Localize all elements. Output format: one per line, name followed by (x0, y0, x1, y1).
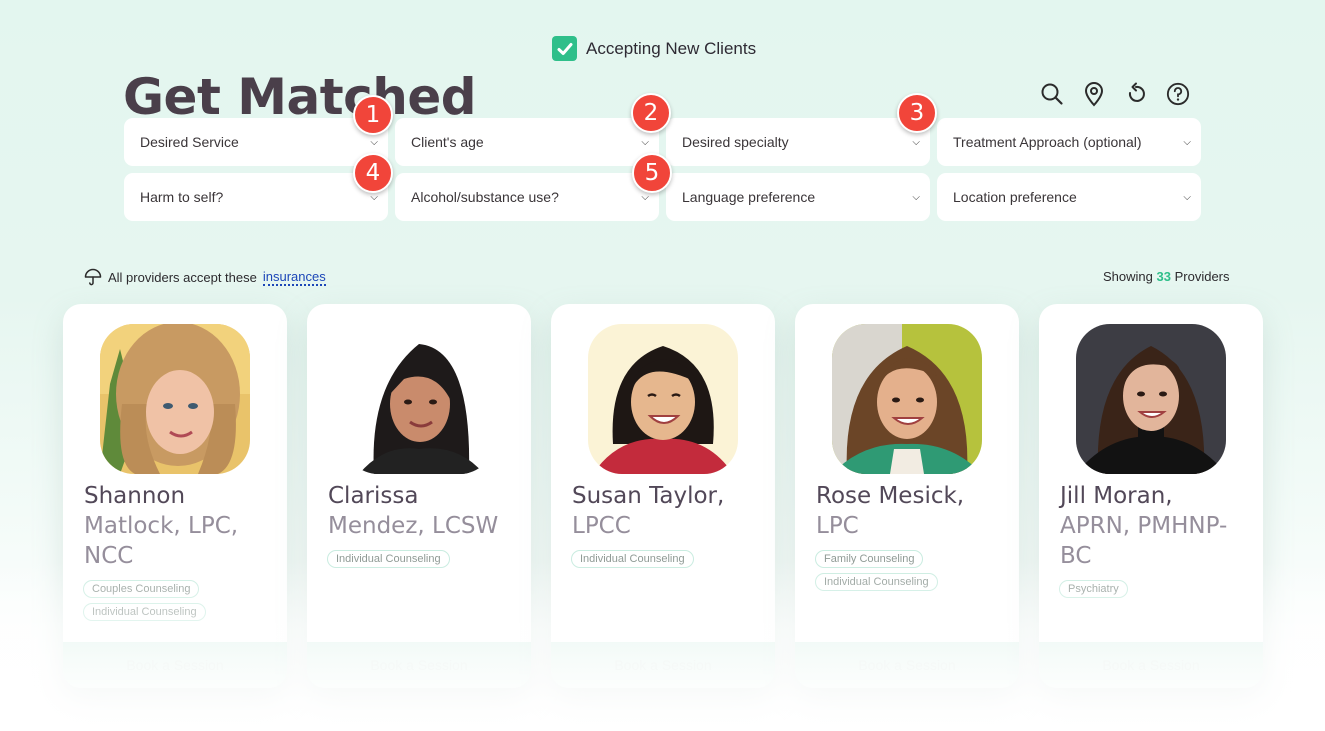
provider-count: Showing 33 Providers (1103, 269, 1230, 284)
filter-label: Client's age (411, 134, 484, 150)
insurances-link[interactable]: insurances (262, 269, 326, 286)
chevron-down-icon: ⌵ (1183, 136, 1191, 148)
provider-photo (344, 324, 494, 474)
step-badge: 4 (353, 153, 393, 193)
check-icon (557, 42, 572, 55)
harm-to-self-select[interactable]: Harm to self? ⌵ (124, 173, 388, 221)
toolbar (1040, 80, 1190, 108)
provider-first-name: Clarissa (328, 483, 419, 509)
provider-photo (588, 324, 738, 474)
treatment-approach-select[interactable]: Treatment Approach (optional) ⌵ (937, 118, 1201, 166)
service-tags: Individual Counseling (571, 550, 694, 568)
substance-use-select[interactable]: Alcohol/substance use? ⌵ (395, 173, 659, 221)
search-icon[interactable] (1040, 80, 1064, 108)
service-tags: Psychiatry (1059, 580, 1128, 598)
location-pin-icon[interactable] (1082, 80, 1106, 108)
book-session-button[interactable]: Book a Session (63, 642, 287, 688)
filter-label: Location preference (953, 189, 1077, 205)
provider-card[interactable]: Shannon Matlock, LPC, NCC Couples Counse… (63, 304, 287, 688)
service-tag: Individual Counseling (327, 550, 450, 568)
provider-card[interactable]: Clarissa Mendez, LCSW Individual Counsel… (307, 304, 531, 688)
provider-card[interactable]: Jill Moran, APRN, PMHNP-BC Psychiatry Bo… (1039, 304, 1263, 688)
help-icon[interactable] (1166, 80, 1190, 108)
book-session-button[interactable]: Book a Session (1039, 642, 1263, 688)
service-tags: Individual Counseling (327, 550, 450, 568)
service-tag: Psychiatry (1059, 580, 1128, 598)
chevron-down-icon: ⌵ (1183, 191, 1191, 203)
location-preference-select[interactable]: Location preference ⌵ (937, 173, 1201, 221)
provider-name[interactable]: Susan Taylor, LPCC (572, 481, 762, 541)
provider-first-name: Susan Taylor, (572, 483, 725, 509)
filter-label: Language preference (682, 189, 816, 205)
reset-icon[interactable] (1124, 80, 1148, 108)
book-session-button[interactable]: Book a Session (795, 642, 1019, 688)
chevron-down-icon: ⌵ (912, 136, 920, 148)
chevron-down-icon: ⌵ (370, 136, 378, 148)
provider-first-name: Shannon (84, 483, 186, 509)
chevron-down-icon: ⌵ (641, 191, 649, 203)
filter-label: Alcohol/substance use? (411, 189, 559, 205)
provider-credentials: Mendez, LCSW (328, 513, 499, 539)
provider-cards: Shannon Matlock, LPC, NCC Couples Counse… (63, 304, 1263, 688)
step-badge: 3 (897, 93, 937, 133)
filter-label: Desired Service (140, 134, 239, 150)
filter-label: Harm to self? (140, 189, 224, 205)
service-tags: Family Counseling Individual Counseling (815, 550, 938, 591)
provider-first-name: Rose Mesick, (816, 483, 965, 509)
provider-photo (100, 324, 250, 474)
provider-card[interactable]: Rose Mesick, LPC Family Counseling Indiv… (795, 304, 1019, 688)
service-tag: Individual Counseling (571, 550, 694, 568)
showing-prefix: Showing (1103, 269, 1153, 284)
chevron-down-icon: ⌵ (641, 136, 649, 148)
showing-count: 33 (1156, 269, 1171, 284)
provider-card[interactable]: Susan Taylor, LPCC Individual Counseling… (551, 304, 775, 688)
book-session-button[interactable]: Book a Session (551, 642, 775, 688)
umbrella-icon (84, 268, 102, 286)
service-tag: Individual Counseling (815, 573, 938, 591)
step-badge: 1 (353, 95, 393, 135)
provider-name[interactable]: Clarissa Mendez, LCSW (328, 481, 518, 541)
provider-first-name: Jill Moran, (1060, 483, 1173, 509)
filter-label: Desired specialty (682, 134, 789, 150)
step-badge: 5 (632, 153, 672, 193)
step-badge: 2 (631, 93, 671, 133)
insurance-note: All providers accept these insurances (84, 268, 326, 286)
checkbox[interactable] (552, 36, 577, 61)
provider-name[interactable]: Jill Moran, APRN, PMHNP-BC (1060, 481, 1250, 571)
provider-credentials: LPCC (572, 513, 631, 539)
insurance-text: All providers accept these (108, 269, 257, 285)
client-age-select[interactable]: Client's age ⌵ (395, 118, 659, 166)
provider-name[interactable]: Shannon Matlock, LPC, NCC (84, 481, 274, 571)
chevron-down-icon: ⌵ (912, 191, 920, 203)
provider-credentials: Matlock, LPC, NCC (84, 513, 239, 569)
desired-service-select[interactable]: Desired Service ⌵ (124, 118, 388, 166)
chevron-down-icon: ⌵ (370, 191, 378, 203)
accepting-label: Accepting New Clients (586, 38, 757, 58)
filter-label: Treatment Approach (optional) (953, 134, 1142, 150)
service-tag: Family Counseling (815, 550, 924, 568)
provider-credentials: APRN, PMHNP-BC (1060, 513, 1228, 569)
provider-credentials: LPC (816, 513, 859, 539)
accepting-new-clients-toggle[interactable]: Accepting New Clients (552, 36, 756, 61)
provider-photo (1076, 324, 1226, 474)
language-preference-select[interactable]: Language preference ⌵ (666, 173, 930, 221)
showing-suffix: Providers (1174, 269, 1230, 284)
provider-name[interactable]: Rose Mesick, LPC (816, 481, 1006, 541)
book-session-button[interactable]: Book a Session (307, 642, 531, 688)
service-tag: Individual Counseling (83, 603, 206, 621)
provider-photo (832, 324, 982, 474)
service-tag: Couples Counseling (83, 580, 200, 598)
desired-specialty-select[interactable]: Desired specialty ⌵ (666, 118, 930, 166)
service-tags: Couples Counseling Individual Counseling (83, 580, 206, 621)
